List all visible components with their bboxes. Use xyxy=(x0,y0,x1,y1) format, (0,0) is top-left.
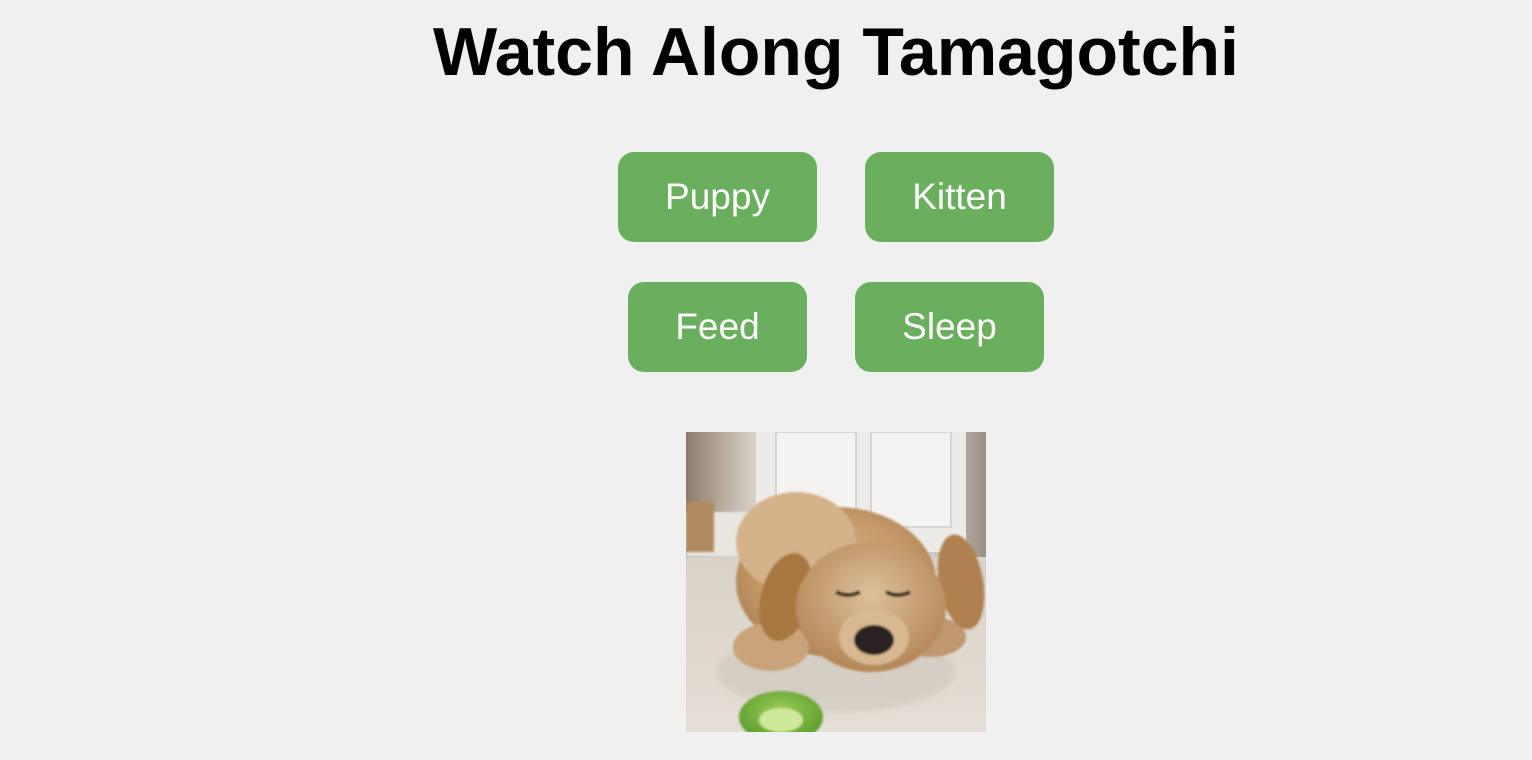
puppy-button[interactable]: Puppy xyxy=(618,152,817,242)
sleep-button[interactable]: Sleep xyxy=(855,282,1044,372)
page-title: Watch Along Tamagotchi xyxy=(433,14,1239,90)
feed-button[interactable]: Feed xyxy=(628,282,807,372)
tamagotchi-page: Watch Along Tamagotchi Puppy Kitten Feed… xyxy=(0,0,1532,760)
puppy-eating-image xyxy=(686,432,986,732)
pet-image xyxy=(686,432,986,732)
kitten-button[interactable]: Kitten xyxy=(865,152,1054,242)
